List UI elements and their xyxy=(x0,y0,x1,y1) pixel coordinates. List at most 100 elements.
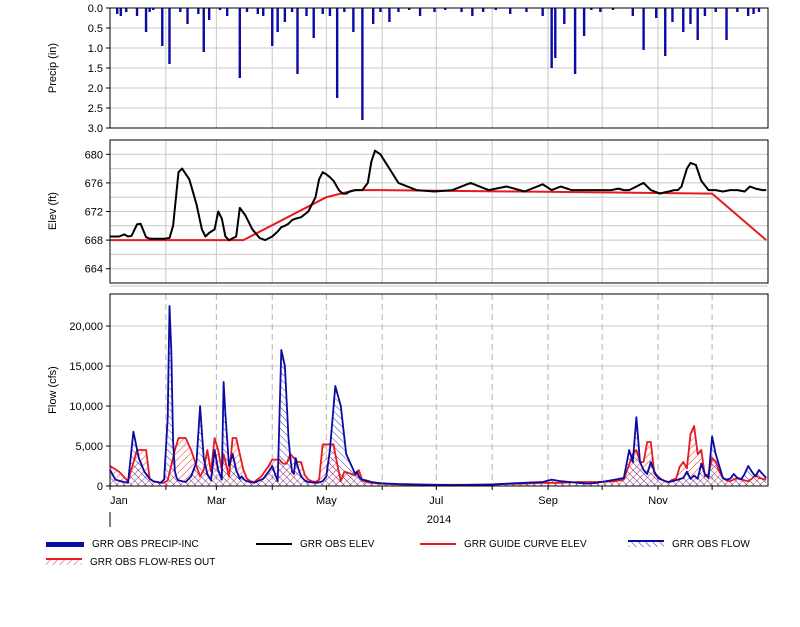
precip-bar xyxy=(664,8,667,56)
precip-bar xyxy=(460,8,463,12)
precip-bar xyxy=(119,8,123,16)
precip-bar xyxy=(125,8,128,12)
precip-bar xyxy=(168,8,171,64)
flow-panel: 0 5,000 10,000 15,000 20,000 Jan Mar May Jul Sep… xyxy=(47,285,769,527)
precip-bar xyxy=(207,8,211,20)
precip-bar xyxy=(144,8,148,32)
elev-grid xyxy=(110,139,768,284)
precip-bar xyxy=(343,8,346,12)
legend-label-guide-curve: GRR GUIDE CURVE ELEV xyxy=(464,538,587,550)
precip-bar xyxy=(655,8,658,18)
flow-x-ticks: Jan Mar May Jul Sep Nov xyxy=(109,486,713,507)
y-tick-label: 10,000 xyxy=(69,401,103,413)
elev-y-ticks: 664 668 672 676 680 xyxy=(85,149,110,276)
x-tick-label: Jan xyxy=(110,495,128,507)
y-tick-label: 2.5 xyxy=(88,103,103,115)
y-tick-label: 680 xyxy=(85,149,103,161)
precip-bar xyxy=(197,8,200,14)
precip-bar xyxy=(388,8,391,22)
precip-bar xyxy=(312,8,315,38)
y-tick-label: 0.0 xyxy=(88,3,103,15)
elev-lines xyxy=(110,149,767,242)
precip-bar xyxy=(202,8,205,52)
legend-label-obs-elev: GRR OBS ELEV xyxy=(300,538,375,550)
precip-bar xyxy=(725,8,728,40)
legend-swatch-obs-flow xyxy=(628,540,664,547)
precip-bar xyxy=(361,8,364,120)
precip-bar xyxy=(179,8,182,12)
y-tick-label: 668 xyxy=(85,235,103,247)
precip-bar xyxy=(757,8,761,12)
y-tick-label: 15,000 xyxy=(69,361,103,373)
precip-bar xyxy=(372,8,375,24)
precip-bar xyxy=(554,8,557,58)
precip-panel: 0.0 0.5 1.0 1.5 2.0 2.5 3.0 Precip (in) xyxy=(47,3,769,135)
precip-bar xyxy=(379,8,382,12)
precip-bar xyxy=(433,8,436,12)
elev-panel: 664 668 672 676 680 Elev (ft) xyxy=(47,139,769,284)
precip-bar xyxy=(290,8,294,12)
precip-bar xyxy=(525,8,528,12)
legend-item-precip: GRR OBS PRECIP-INC xyxy=(46,536,199,552)
precip-bar xyxy=(736,8,739,12)
precip-bar xyxy=(671,8,674,22)
legend-label-res-out: GRR OBS FLOW-RES OUT xyxy=(90,556,216,568)
precip-bar xyxy=(335,8,339,98)
precip-bar xyxy=(328,8,332,16)
y-tick-label: 0.5 xyxy=(88,23,103,35)
precip-bar xyxy=(582,8,586,36)
precip-bar xyxy=(305,8,308,16)
precip-bar xyxy=(135,8,139,16)
precip-bar xyxy=(186,8,189,24)
y-tick-label: 1.0 xyxy=(88,43,103,55)
y-tick-label: 2.0 xyxy=(88,83,103,95)
legend-swatch-guide-curve xyxy=(420,543,456,545)
y-tick-label: 676 xyxy=(85,178,103,190)
legend-item-guide-curve: GRR GUIDE CURVE ELEV xyxy=(420,536,587,552)
precip-bar xyxy=(541,8,544,16)
x-tick-label: Nov xyxy=(648,495,668,507)
precip-bar xyxy=(321,8,324,14)
flow-series xyxy=(109,305,767,487)
legend-item-obs-elev: GRR OBS ELEV xyxy=(256,536,374,552)
precip-bar xyxy=(689,8,692,24)
precip-bar xyxy=(481,8,485,12)
precip-bar xyxy=(225,8,229,16)
precip-bar xyxy=(696,8,699,40)
precip-bar xyxy=(509,8,512,14)
precip-bar xyxy=(352,8,355,32)
y-tick-label: 3.0 xyxy=(88,123,103,135)
precip-bar xyxy=(296,8,299,74)
y-tick-label: 672 xyxy=(85,207,103,219)
precip-bar xyxy=(161,8,164,46)
precip-bar xyxy=(599,8,602,12)
precip-bar xyxy=(245,8,249,12)
legend-swatch-obs-elev xyxy=(256,543,292,545)
legend-swatch-res-out xyxy=(46,558,82,565)
legend: GRR OBS PRECIP-INC GRR OBS ELEV GRR GUID… xyxy=(0,532,800,582)
precip-bar xyxy=(752,8,755,14)
precip-bar xyxy=(631,8,634,16)
x-axis-year-label: 2014 xyxy=(427,514,451,526)
x-tick-label: Sep xyxy=(538,495,558,507)
precip-bar xyxy=(276,8,279,32)
precip-bar xyxy=(116,8,119,14)
precip-bar xyxy=(703,8,707,16)
precip-y-axis-label: Precip (in) xyxy=(47,43,59,93)
elev-y-axis-label: Elev (ft) xyxy=(47,192,59,230)
precip-bar xyxy=(573,8,577,74)
precip-grid xyxy=(110,7,768,129)
precip-bar xyxy=(563,8,566,24)
precip-bar xyxy=(642,8,645,50)
y-tick-label: 5,000 xyxy=(75,441,103,453)
precip-bar xyxy=(418,8,422,16)
y-tick-label: 20,000 xyxy=(69,321,103,333)
precip-bar xyxy=(682,8,685,32)
precip-bar xyxy=(397,8,400,12)
x-tick-label: May xyxy=(316,495,337,507)
y-tick-label: 664 xyxy=(85,264,103,276)
x-tick-label: Mar xyxy=(207,495,226,507)
obs-elev-line xyxy=(110,149,767,242)
legend-item-res-out: GRR OBS FLOW-RES OUT xyxy=(46,554,215,570)
flow-y-axis-label: Flow (cfs) xyxy=(47,366,59,414)
